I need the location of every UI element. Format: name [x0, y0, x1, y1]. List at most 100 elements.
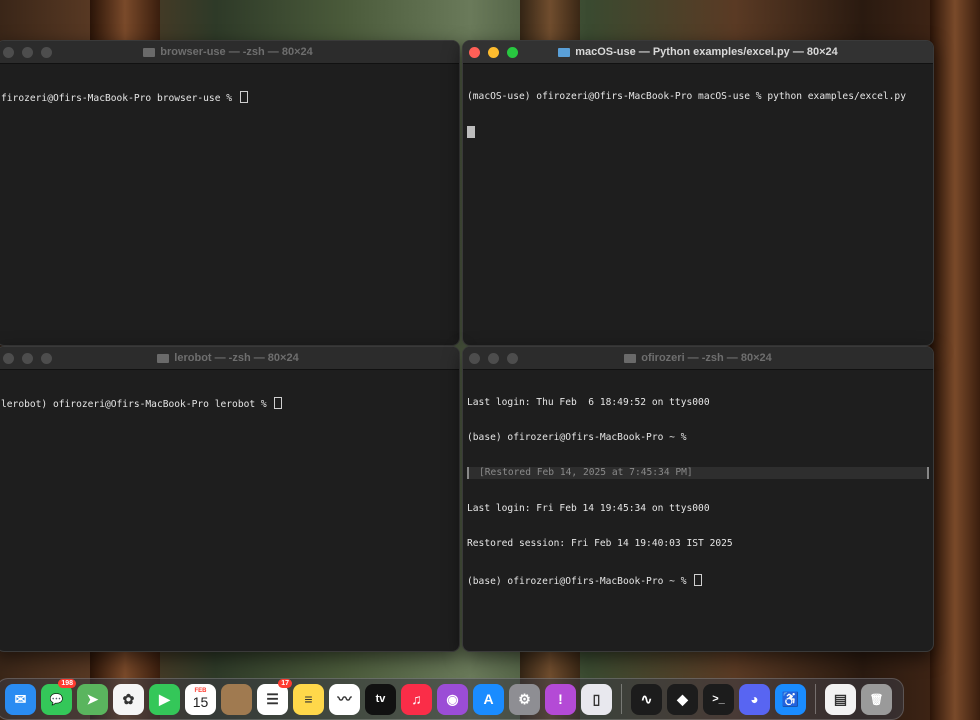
terminal-content[interactable]: lerobot) ofirozeri@Ofirs-MacBook-Pro ler… — [0, 370, 459, 435]
window-titlebar[interactable]: ofirozeri — -zsh — 80×24 — [463, 347, 933, 370]
minimize-button[interactable] — [22, 353, 33, 364]
zoom-button[interactable] — [507, 47, 518, 58]
dock-separator — [621, 684, 622, 714]
podcasts-icon[interactable]: ◉ — [437, 683, 468, 715]
text-cursor — [239, 90, 248, 103]
folder-icon — [624, 353, 637, 363]
output-line: Last login: Thu Feb 6 18:49:52 on ttys00… — [467, 396, 710, 408]
traffic-lights — [469, 353, 518, 364]
window-title: browser-use — -zsh — 80×24 — [160, 46, 313, 58]
dock-glyph: ➤ — [86, 690, 99, 707]
terminal-content[interactable]: firozeri@Ofirs-MacBook-Pro browser-use % — [0, 64, 459, 129]
traffic-lights — [3, 47, 52, 58]
minimize-button[interactable] — [488, 47, 499, 58]
freeform-icon[interactable]: 〰 — [329, 683, 360, 715]
discord-icon[interactable]: ◕ — [739, 683, 770, 715]
zoom-button[interactable] — [507, 353, 518, 364]
settings-icon[interactable]: ⚙ — [509, 683, 540, 715]
dock-glyph: ≡ — [304, 691, 313, 707]
window-title: macOS-use — Python examples/excel.py — 8… — [575, 46, 838, 58]
output-line: Restored session: Fri Feb 14 19:40:03 IS… — [467, 538, 733, 550]
activity-monitor-icon[interactable]: ∿ — [631, 683, 662, 715]
dock-glyph: ▶ — [159, 690, 170, 707]
traffic-lights — [3, 353, 52, 364]
prompt-line: firozeri@Ofirs-MacBook-Pro browser-use % — [1, 92, 238, 104]
folder-icon — [558, 47, 571, 57]
terminal-window-browser-use[interactable]: browser-use — -zsh — 80×24 firozeri@Ofir… — [0, 40, 460, 346]
dock-glyph: ◉ — [446, 690, 459, 707]
iphone-mirroring-icon[interactable]: ▯ — [581, 683, 612, 715]
text-cursor — [467, 125, 475, 138]
dock-glyph: ◕ — [750, 691, 759, 707]
dock-glyph: >_ — [712, 693, 725, 705]
folder-icon — [157, 353, 170, 363]
calendar-icon[interactable]: FEB 15 — [185, 683, 216, 715]
dock-glyph: ◆ — [677, 690, 688, 707]
app-bronze-icon[interactable] — [221, 683, 252, 715]
minimize-button[interactable] — [488, 353, 499, 364]
mail-icon[interactable]: ✉ — [5, 683, 36, 715]
facetime-icon[interactable]: ▶ — [149, 683, 180, 715]
trash-icon[interactable]: 🗑 — [861, 683, 892, 715]
folder-icon — [143, 47, 156, 57]
wallpaper-trunk — [930, 0, 980, 720]
window-titlebar[interactable]: lerobot — -zsh — 80×24 — [0, 347, 459, 370]
appstore-icon[interactable]: A — [473, 683, 504, 715]
minimize-button[interactable] — [22, 47, 33, 58]
dock-glyph: ▤ — [833, 690, 848, 707]
dock-glyph: ∿ — [640, 690, 653, 707]
dock-glyph: 〰 — [337, 691, 352, 707]
terminal-window-macos-use[interactable]: macOS-use — Python examples/excel.py — 8… — [462, 40, 934, 346]
terminal-window-home[interactable]: ofirozeri — -zsh — 80×24 Last login: Thu… — [462, 346, 934, 652]
dock-glyph: 🗑 — [869, 693, 884, 706]
music-icon[interactable]: ♫ — [401, 683, 432, 715]
terminal-content[interactable]: Last login: Thu Feb 6 18:49:52 on ttys00… — [463, 370, 933, 612]
terminal-icon[interactable]: >_ — [703, 683, 734, 715]
command-line: (macOS-use) ofirozeri@Ofirs-MacBook-Pro … — [467, 90, 906, 102]
cube-app-icon[interactable]: ◆ — [667, 683, 698, 715]
zoom-button[interactable] — [41, 353, 52, 364]
notification-badge: 17 — [278, 678, 292, 688]
close-button[interactable] — [469, 353, 480, 364]
prompt-line: (base) ofirozeri@Ofirs-MacBook-Pro ~ % — [467, 575, 693, 587]
messages-icon[interactable]: 💬 198 — [41, 678, 76, 715]
restored-banner: [Restored Feb 14, 2025 at 7:45:34 PM] — [467, 467, 929, 480]
dock-glyph: ! — [558, 691, 563, 707]
prompt-line: lerobot) ofirozeri@Ofirs-MacBook-Pro ler… — [1, 398, 273, 410]
close-button[interactable] — [3, 353, 14, 364]
dock-glyph: ✉ — [14, 690, 27, 707]
dock-glyph: ✿ — [122, 690, 135, 707]
output-line: Last login: Fri Feb 14 19:45:34 on ttys0… — [467, 502, 710, 514]
window-titlebar[interactable]: browser-use — -zsh — 80×24 — [0, 41, 459, 64]
dock-glyph: ⚙ — [518, 690, 531, 707]
dock-glyph: ▯ — [592, 690, 601, 707]
dock-glyph: 💬 — [49, 693, 64, 706]
window-title: ofirozeri — -zsh — 80×24 — [641, 352, 772, 364]
feedback-icon[interactable]: ! — [545, 683, 576, 715]
dock: ✉ 💬 198 ➤ ✿ ▶ FEB 15 ☰ 17 ≡ 〰 tv ♫ ◉ A ⚙! ▯ ∿ ◆ >_ ◕ ♿ ▤ 🗑 — [0, 678, 904, 720]
close-button[interactable] — [469, 47, 480, 58]
accessibility-inspector-icon[interactable]: ♿ — [775, 683, 806, 715]
dock-glyph: ☰ — [266, 690, 279, 707]
zoom-button[interactable] — [41, 47, 52, 58]
text-cursor — [274, 396, 283, 409]
photos-icon[interactable]: ✿ — [113, 683, 144, 715]
notes-icon[interactable]: ≡ — [293, 683, 324, 715]
reminders-icon[interactable]: ☰ 17 — [257, 678, 292, 715]
dock-glyph: ♿ — [781, 690, 800, 707]
pdf-document-icon[interactable]: ▤ — [825, 683, 856, 715]
output-line: (base) ofirozeri@Ofirs-MacBook-Pro ~ % — [467, 431, 687, 443]
maps-icon[interactable]: ➤ — [77, 683, 108, 715]
calendar-day: 15 — [192, 694, 209, 710]
dock-glyph: tv — [375, 693, 386, 705]
notification-badge: 198 — [58, 678, 76, 688]
tv-icon[interactable]: tv — [365, 683, 396, 715]
terminal-window-lerobot[interactable]: lerobot — -zsh — 80×24 lerobot) ofirozer… — [0, 346, 460, 652]
close-button[interactable] — [3, 47, 14, 58]
terminal-content[interactable]: (macOS-use) ofirozeri@Ofirs-MacBook-Pro … — [463, 64, 933, 164]
traffic-lights — [469, 47, 518, 58]
dock-separator — [815, 684, 816, 714]
text-cursor — [694, 573, 703, 586]
dock-glyph: A — [483, 691, 494, 707]
window-titlebar[interactable]: macOS-use — Python examples/excel.py — 8… — [463, 41, 933, 64]
